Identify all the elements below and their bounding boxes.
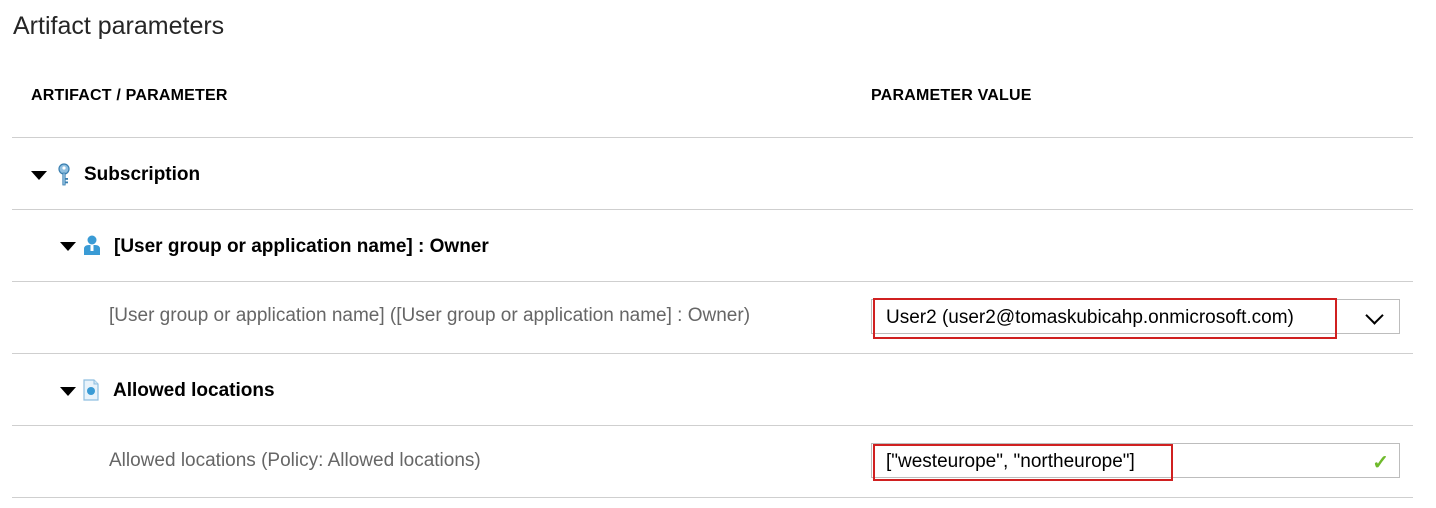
- column-header-parameter-value: PARAMETER VALUE: [871, 87, 1032, 104]
- highlight-box: [873, 444, 1173, 481]
- column-header-artifact-parameter: ARTIFACT / PARAMETER: [31, 87, 228, 104]
- role-assignment-label: [User group or application name] : Owner: [114, 236, 489, 257]
- expand-toggle-policy[interactable]: [60, 387, 76, 396]
- header-divider: [12, 137, 1413, 138]
- user-icon: [83, 234, 101, 261]
- row-divider: [12, 281, 1413, 282]
- check-icon: ✓: [1372, 452, 1389, 474]
- row-divider: [12, 209, 1413, 210]
- policy-label: Allowed locations: [113, 380, 275, 401]
- role-parameter-label: [User group or application name] ([User …: [109, 305, 751, 326]
- subscription-label: Subscription: [84, 164, 201, 185]
- key-icon: [57, 163, 71, 192]
- section-title: Artifact parameters: [13, 12, 225, 40]
- row-divider: [12, 425, 1413, 426]
- highlight-box: [873, 298, 1337, 339]
- row-divider: [12, 353, 1413, 354]
- policy-icon: [82, 379, 100, 406]
- expand-toggle-role-assignment[interactable]: [60, 242, 76, 251]
- expand-toggle-subscription[interactable]: [31, 171, 47, 180]
- row-divider: [12, 497, 1413, 498]
- chevron-down-icon[interactable]: [1365, 306, 1384, 325]
- policy-parameter-label: Allowed locations (Policy: Allowed locat…: [109, 450, 481, 471]
